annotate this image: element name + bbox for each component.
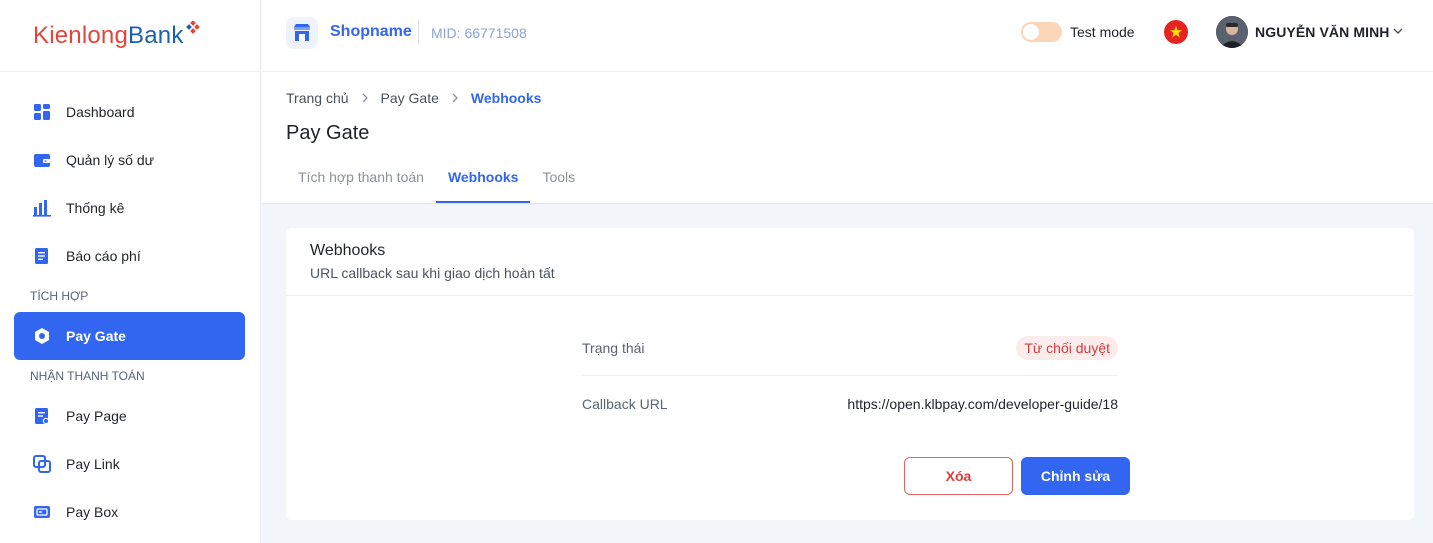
user-name[interactable]: NGUYỄN VĂN MINH	[1255, 24, 1390, 40]
sidebar-item-label: Pay Link	[66, 456, 120, 472]
link-icon	[33, 455, 51, 473]
breadcrumb-parent[interactable]: Pay Gate	[381, 90, 439, 106]
breadcrumb-home[interactable]: Trang chủ	[286, 90, 349, 106]
chevron-right-icon	[360, 93, 370, 103]
callback-row: Callback URL https://open.klbpay.com/dev…	[582, 390, 1118, 418]
card-title: Webhooks	[310, 242, 386, 259]
tabs: Tích hợp thanh toán Webhooks Tools	[286, 151, 587, 203]
test-mode-toggle[interactable]	[1021, 22, 1062, 42]
shop-name[interactable]: Shopname	[330, 23, 412, 41]
delete-button[interactable]: Xóa	[904, 457, 1013, 495]
sidebar-item-label: Pay Page	[66, 408, 127, 424]
pay-box-icon	[33, 503, 51, 521]
sidebar-item-label: Quản lý số dư	[66, 152, 154, 168]
sidebar-item-balance[interactable]: Quản lý số dư	[0, 136, 260, 184]
toggle-knob	[1023, 24, 1039, 40]
sidebar-item-label: Dashboard	[66, 104, 135, 120]
tab-webhooks[interactable]: Webhooks	[435, 151, 531, 203]
dashboard-icon	[33, 103, 51, 121]
card-header: Webhooks URL callback sau khi giao dịch …	[286, 228, 1414, 296]
edit-button[interactable]: Chỉnh sửa	[1021, 457, 1130, 495]
logo-text: KienlongBank	[33, 21, 184, 49]
bar-chart-icon	[33, 199, 51, 217]
sidebar-item-fee-report[interactable]: Báo cáo phí	[0, 232, 260, 280]
tab-payment-integration[interactable]: Tích hợp thanh toán	[286, 151, 436, 203]
status-badge: Từ chối duyệt	[1016, 336, 1118, 360]
sidebar-item-label: Pay Gate	[66, 328, 126, 344]
vietnam-flag-icon[interactable]	[1164, 20, 1188, 44]
card-subtitle: URL callback sau khi giao dịch hoàn tất	[310, 265, 555, 281]
webhooks-card: Webhooks URL callback sau khi giao dịch …	[286, 228, 1414, 520]
sidebar-item-label: Pay Box	[66, 504, 119, 520]
divider	[418, 20, 419, 44]
tab-tools[interactable]: Tools	[530, 151, 587, 203]
test-mode-label: Test mode	[1070, 24, 1135, 40]
breadcrumb: Trang chủ Pay Gate Webhooks	[286, 90, 541, 106]
callback-label: Callback URL	[582, 396, 668, 412]
sidebar-nav: Dashboard Quản lý số dư Thống kê Báo cáo…	[0, 72, 260, 536]
breadcrumb-current: Webhooks	[470, 90, 542, 106]
row-divider	[582, 375, 1118, 376]
kienlongbank-logo[interactable]: KienlongBank	[0, 0, 260, 72]
section-integration: TÍCH HỢP	[30, 289, 89, 303]
page-title: Pay Gate	[286, 122, 370, 144]
shop-icon[interactable]	[286, 17, 318, 49]
merchant-id: MID: 66771508	[431, 25, 527, 41]
status-label: Trạng thái	[582, 340, 645, 356]
sidebar: KienlongBank Dashboard Quản lý số dư Thố…	[0, 0, 261, 543]
pay-page-icon	[33, 407, 51, 425]
avatar[interactable]	[1216, 16, 1248, 48]
wallet-icon	[33, 151, 51, 169]
sidebar-item-pay-box[interactable]: Pay Box	[0, 488, 260, 536]
sidebar-item-statistics[interactable]: Thống kê	[0, 184, 260, 232]
sidebar-item-pay-gate[interactable]: Pay Gate	[14, 312, 245, 360]
callback-url: https://open.klbpay.com/developer-guide/…	[847, 396, 1118, 412]
sidebar-item-label: Báo cáo phí	[66, 248, 141, 264]
status-row: Trạng thái Từ chối duyệt	[582, 334, 1118, 362]
chevron-down-icon[interactable]	[1392, 24, 1404, 42]
report-icon	[33, 247, 51, 265]
page-header: Trang chủ Pay Gate Webhooks Pay Gate Tíc…	[262, 72, 1433, 204]
sidebar-item-pay-link[interactable]: Pay Link	[0, 440, 260, 488]
chevron-right-icon	[450, 93, 460, 103]
pay-gate-icon	[33, 327, 51, 345]
top-header: Shopname MID: 66771508 Test mode NGUYỄN …	[262, 0, 1433, 72]
logo-mark-icon	[185, 20, 200, 34]
sidebar-item-pay-page[interactable]: Pay Page	[0, 392, 260, 440]
sidebar-item-dashboard[interactable]: Dashboard	[0, 88, 260, 136]
section-payments: NHẬN THANH TOÁN	[30, 369, 145, 383]
sidebar-item-label: Thống kê	[66, 200, 125, 216]
